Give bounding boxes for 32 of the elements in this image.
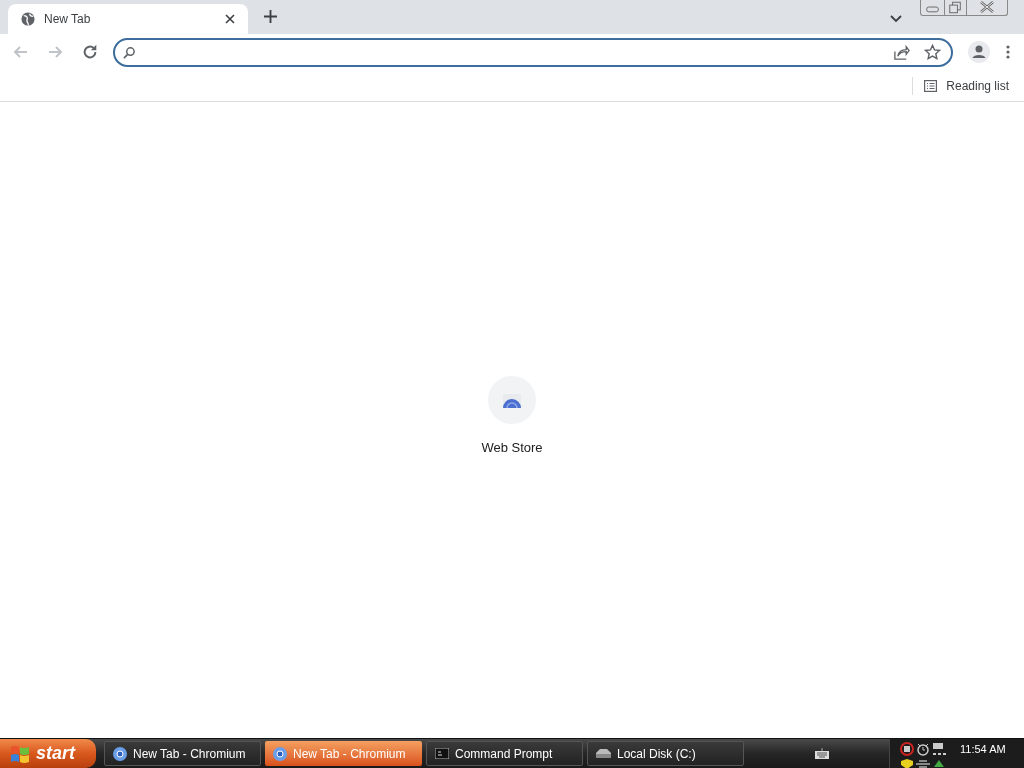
profile-icon[interactable]	[968, 41, 990, 63]
list-icon	[924, 79, 938, 92]
browser-tab[interactable]: New Tab	[8, 4, 248, 34]
tab-title: New Tab	[44, 11, 92, 28]
shortcut-tile[interactable]: Web Store	[481, 376, 543, 458]
shortcut-label: Web Store	[481, 439, 543, 457]
menu-icon[interactable]	[1006, 45, 1010, 59]
close-icon[interactable]	[225, 14, 235, 24]
chromium-icon	[273, 746, 287, 761]
star-icon[interactable]	[924, 43, 941, 61]
taskbar-button[interactable]: Local Disk (C:)	[587, 741, 744, 766]
globe-icon	[21, 12, 35, 26]
store-icon	[488, 376, 536, 424]
share-icon[interactable]	[893, 43, 910, 61]
start-button[interactable]: start	[0, 739, 96, 768]
taskbar-button[interactable]: New Tab - Chromium	[104, 741, 261, 766]
windows-logo-icon	[10, 743, 30, 764]
reading-list-button[interactable]: Reading list	[924, 76, 1009, 95]
terminal-icon	[435, 748, 449, 759]
search-icon	[123, 45, 136, 59]
reload-icon[interactable]	[81, 43, 99, 61]
address-bar[interactable]	[113, 37, 953, 67]
shield-icon[interactable]	[900, 759, 914, 768]
keyboard-icon[interactable]	[815, 748, 829, 759]
alarm-clock-icon[interactable]	[916, 742, 930, 756]
chromium-icon	[113, 746, 127, 761]
new-tab-icon[interactable]	[264, 10, 277, 23]
drive-icon	[596, 749, 611, 758]
network-icon[interactable]	[932, 742, 946, 756]
clock-time[interactable]: 11:54 AM	[960, 742, 1006, 757]
tab-search-icon[interactable]	[890, 15, 902, 23]
taskbar-button[interactable]: Command Prompt	[426, 741, 583, 766]
